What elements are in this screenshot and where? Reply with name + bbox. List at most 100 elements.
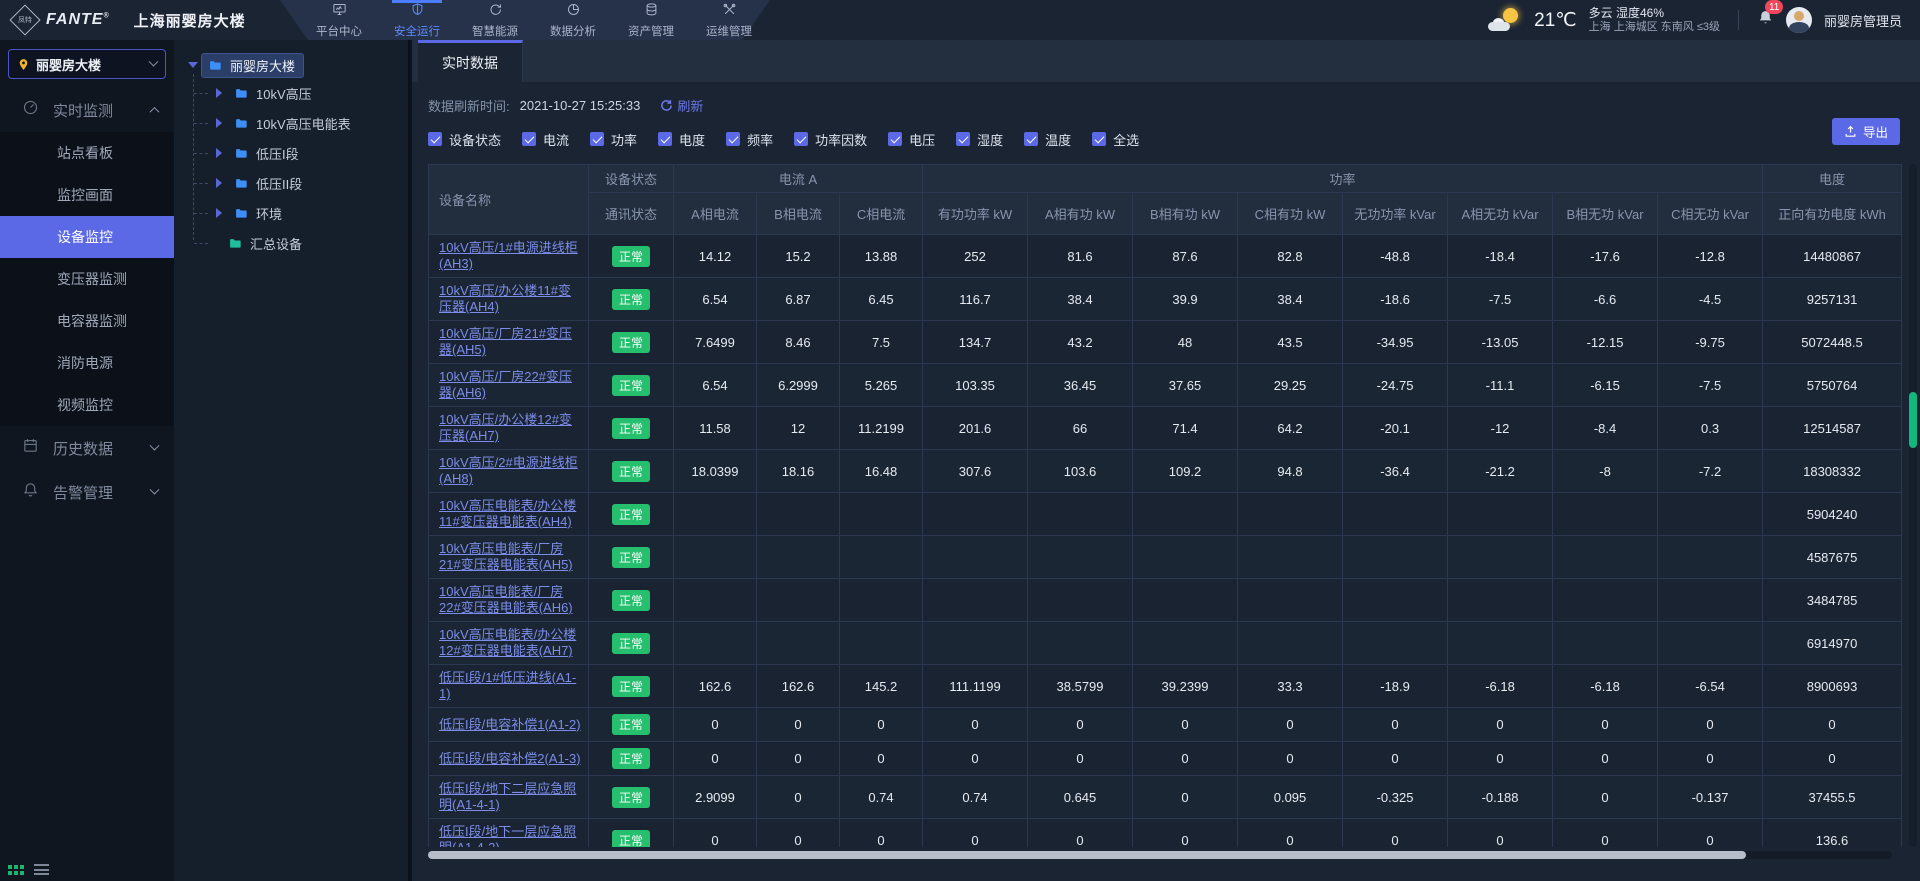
device-link[interactable]: 10kV高压/办公楼11#变压器(AH4) — [439, 283, 571, 314]
device-link[interactable]: 10kV高压电能表/办公楼11#变压器电能表(AH4) — [439, 498, 576, 529]
checkbox-checked-icon[interactable] — [1024, 132, 1038, 146]
nav-item-ops[interactable]: 运维管理 — [700, 0, 758, 40]
ops-icon — [722, 2, 737, 22]
nav-item-platform[interactable]: 平台中心 — [310, 0, 368, 40]
notifications-button[interactable]: 11 — [1757, 9, 1774, 31]
value-cell — [923, 622, 1028, 665]
value-cell: 0 — [1658, 742, 1763, 776]
value-cell: 48 — [1133, 321, 1238, 364]
device-link[interactable]: 低压I段/电容补偿2(A1-3) — [439, 751, 581, 766]
refresh-button[interactable]: 刷新 — [660, 96, 703, 115]
tree-node[interactable]: 环境 — [192, 198, 400, 228]
device-link[interactable]: 10kV高压电能表/办公楼12#变压器电能表(AH7) — [439, 627, 576, 658]
value-cell — [840, 579, 923, 622]
vertical-scrollbar-thumb[interactable] — [1909, 392, 1917, 448]
sidebar-item[interactable]: 设备监控 — [0, 216, 174, 258]
nav-item-analytics[interactable]: 数据分析 — [544, 0, 602, 40]
checkbox-checked-icon[interactable] — [794, 132, 808, 146]
device-tree-panel: 丽婴房大楼 10kV高压10kV高压电能表低压I段低压II段环境汇总设备 — [174, 40, 410, 881]
nav-item-energy[interactable]: 智慧能源 — [466, 0, 524, 40]
device-link[interactable]: 10kV高压/厂房22#变压器(AH6) — [439, 369, 572, 400]
device-link[interactable]: 10kV高压/2#电源进线柜(AH8) — [439, 455, 578, 486]
filter-checkbox-5[interactable]: 频率 — [726, 130, 773, 149]
status-cell: 正常 — [589, 819, 674, 848]
caret-expanded-icon[interactable] — [188, 62, 198, 68]
value-cell — [1133, 536, 1238, 579]
user-name[interactable]: 丽婴房管理员 — [1824, 11, 1902, 30]
table-row: 10kV高压电能表/厂房21#变压器电能表(AH5)正常4587675 — [429, 536, 1902, 579]
sidebar-group-bell[interactable]: 告警管理 — [0, 470, 174, 514]
top-right-area: 21℃ 多云 湿度46% 上海 上海城区 东南风 ≤3级 11 丽婴房管理员 — [1488, 0, 1902, 40]
value-cell: -0.188 — [1448, 776, 1553, 819]
horizontal-scrollbar-track[interactable] — [428, 851, 1892, 859]
filter-checkbox-4[interactable]: 电度 — [658, 130, 705, 149]
sidebar-item[interactable]: 变压器监测 — [0, 258, 174, 300]
filter-checkbox-7[interactable]: 电压 — [888, 130, 935, 149]
value-cell — [840, 493, 923, 536]
caret-collapsed-icon[interactable] — [216, 88, 222, 98]
checkbox-checked-icon[interactable] — [658, 132, 672, 146]
filter-checkbox-10[interactable]: 全选 — [1092, 130, 1139, 149]
value-cell: 37.65 — [1133, 364, 1238, 407]
value-cell: 11.58 — [674, 407, 757, 450]
horizontal-scrollbar-thumb[interactable] — [428, 851, 1746, 859]
filter-checkbox-9[interactable]: 温度 — [1024, 130, 1071, 149]
table-row: 10kV高压/厂房22#变压器(AH6)正常6.546.29995.265103… — [429, 364, 1902, 407]
site-selector[interactable]: 丽婴房大楼 — [8, 49, 166, 79]
vertical-scrollbar-track[interactable] — [1909, 164, 1917, 847]
device-name-cell: 低压I段/地下二层应急照明(A1-4-1) — [429, 776, 589, 819]
device-link[interactable]: 10kV高压/办公楼12#变压器(AH7) — [439, 412, 572, 443]
avatar[interactable] — [1786, 7, 1812, 33]
device-name-cell: 低压I段/电容补偿1(A1-2) — [429, 708, 589, 742]
table-row: 低压I段/1#低压进线(A1-1)正常162.6162.6145.2111.11… — [429, 665, 1902, 708]
tree-node[interactable]: 低压II段 — [192, 168, 400, 198]
checkbox-checked-icon[interactable] — [726, 132, 740, 146]
checkbox-checked-icon[interactable] — [590, 132, 604, 146]
sidebar-item[interactable]: 视频监控 — [0, 384, 174, 426]
tree-node[interactable]: 低压I段 — [192, 138, 400, 168]
checkbox-checked-icon[interactable] — [888, 132, 902, 146]
table-row: 10kV高压/2#电源进线柜(AH8)正常18.039918.1616.4830… — [429, 450, 1902, 493]
device-link[interactable]: 10kV高压/1#电源进线柜(AH3) — [439, 240, 578, 271]
value-cell: 6.2999 — [757, 364, 840, 407]
filter-checkbox-1[interactable]: 设备状态 — [428, 130, 501, 149]
device-link[interactable]: 低压I段/地下一层应急照明(A1-4-2) — [439, 824, 576, 847]
device-link[interactable]: 低压I段/1#低压进线(A1-1) — [439, 670, 576, 701]
value-cell — [1343, 622, 1448, 665]
tree-node[interactable]: 10kV高压电能表 — [192, 108, 400, 138]
list-toggle-icon[interactable] — [34, 864, 49, 875]
export-button[interactable]: 导出 — [1832, 118, 1900, 145]
sidebar-item[interactable]: 站点看板 — [0, 132, 174, 174]
sidebar-group-gauge[interactable]: 实时监测 — [0, 88, 174, 132]
tree-node[interactable]: 10kV高压 — [192, 78, 400, 108]
filter-checkbox-6[interactable]: 功率因数 — [794, 130, 867, 149]
sidebar-item[interactable]: 监控画面 — [0, 174, 174, 216]
filter-checkbox-8[interactable]: 湿度 — [956, 130, 1003, 149]
filter-checkbox-3[interactable]: 功率 — [590, 130, 637, 149]
tree-node[interactable]: 汇总设备 — [192, 228, 400, 258]
sidebar-item[interactable]: 电容器监测 — [0, 300, 174, 342]
filter-checkbox-2[interactable]: 电流 — [522, 130, 569, 149]
caret-collapsed-icon[interactable] — [216, 208, 222, 218]
tab-realtime-data[interactable]: 实时数据 — [418, 40, 523, 82]
checkbox-checked-icon[interactable] — [522, 132, 536, 146]
nav-item-assets[interactable]: 资产管理 — [622, 0, 680, 40]
checkbox-checked-icon[interactable] — [428, 132, 442, 146]
device-link[interactable]: 10kV高压电能表/厂房21#变压器电能表(AH5) — [439, 541, 573, 572]
caret-collapsed-icon[interactable] — [216, 148, 222, 158]
sidebar-group-calendar[interactable]: 历史数据 — [0, 426, 174, 470]
device-link[interactable]: 低压I段/地下二层应急照明(A1-4-1) — [439, 781, 576, 812]
device-link[interactable]: 10kV高压/厂房21#变压器(AH5) — [439, 326, 572, 357]
caret-collapsed-icon[interactable] — [216, 118, 222, 128]
sidebar-item[interactable]: 消防电源 — [0, 342, 174, 384]
checkbox-checked-icon[interactable] — [956, 132, 970, 146]
device-link[interactable]: 10kV高压电能表/厂房22#变压器电能表(AH6) — [439, 584, 573, 615]
nav-item-shield[interactable]: 安全运行 — [388, 0, 446, 40]
location-pin-icon — [17, 58, 30, 71]
caret-collapsed-icon[interactable] — [216, 178, 222, 188]
gauge-icon — [22, 99, 39, 121]
apps-grid-icon[interactable] — [8, 865, 24, 875]
device-link[interactable]: 低压I段/电容补偿1(A1-2) — [439, 717, 581, 732]
tree-root-node[interactable]: 丽婴房大楼 — [182, 52, 400, 78]
checkbox-checked-icon[interactable] — [1092, 132, 1106, 146]
